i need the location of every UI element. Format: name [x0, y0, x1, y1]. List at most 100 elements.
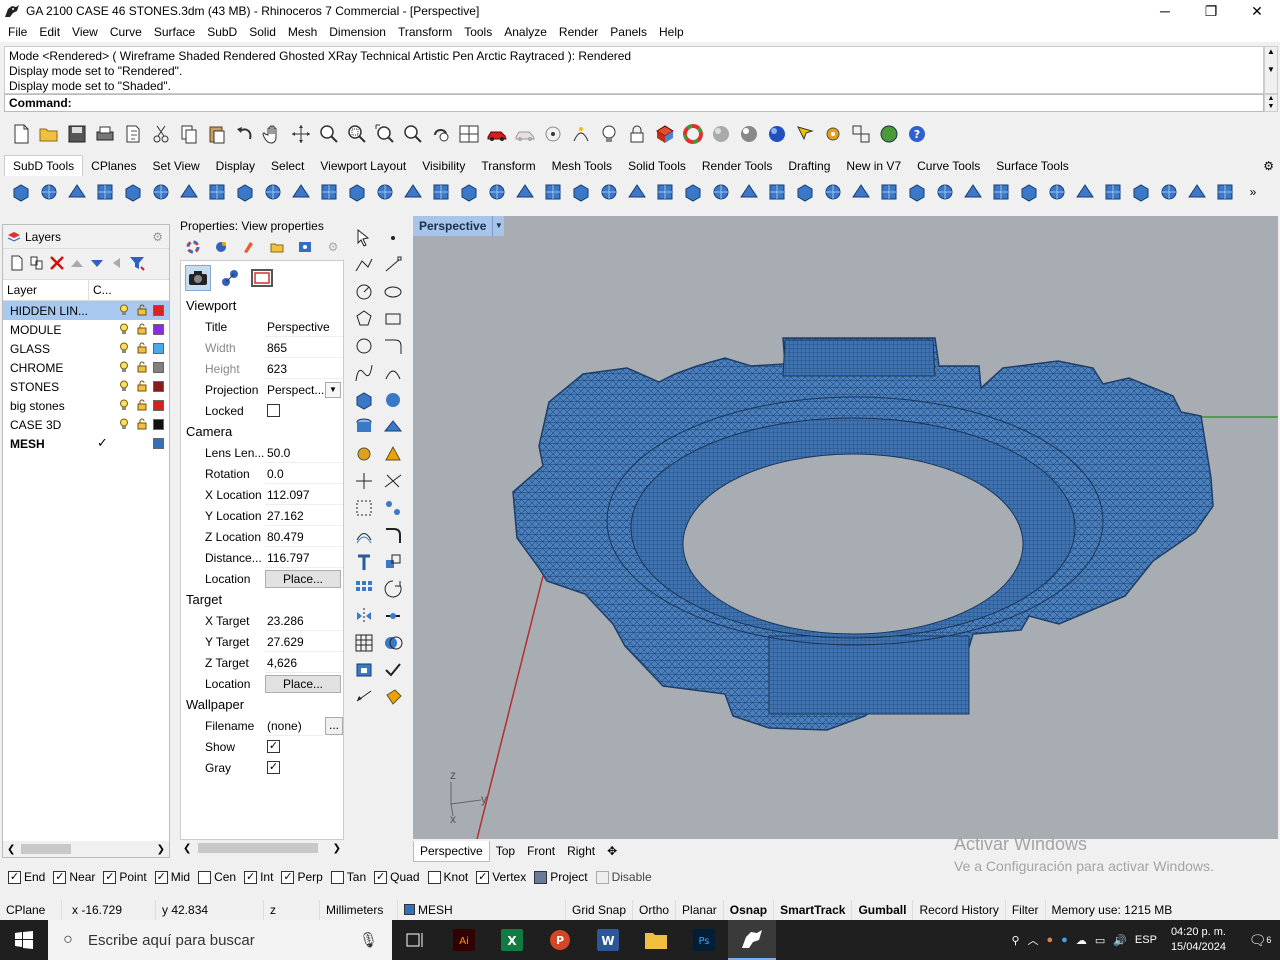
subd-sphere-icon[interactable]: [120, 179, 146, 205]
illustrator-icon[interactable]: Ai: [440, 920, 488, 960]
layer-row[interactable]: STONES: [3, 377, 169, 396]
z-location-field[interactable]: 80.479: [265, 527, 343, 547]
analyze-icon[interactable]: [792, 121, 818, 147]
subd-join-icon[interactable]: [904, 179, 930, 205]
menu-dimension[interactable]: Dimension: [323, 22, 392, 42]
layer-row[interactable]: CASE 3D: [3, 415, 169, 434]
control-point-curve-icon[interactable]: [350, 359, 378, 386]
layer-color-swatch[interactable]: [153, 305, 164, 316]
grid-array-icon[interactable]: [350, 629, 378, 656]
tab-mesh-tools[interactable]: Mesh Tools: [544, 156, 620, 176]
command-history-scrollbar[interactable]: ▲ ▼: [1264, 46, 1278, 94]
subd-edge-icon[interactable]: [624, 179, 650, 205]
color-wheel-tab-icon[interactable]: [182, 237, 204, 257]
tab-subd-tools[interactable]: SubD Tools: [4, 155, 84, 176]
osnap-perp[interactable]: ✓ Perp: [281, 870, 323, 884]
rotate-view-icon[interactable]: [288, 121, 314, 147]
volume-icon[interactable]: 🔊: [1113, 934, 1127, 947]
layer-visibility-bulb-icon[interactable]: [119, 418, 129, 430]
photoshop-icon[interactable]: Ps: [680, 920, 728, 960]
y-target-field[interactable]: 27.629: [265, 632, 343, 652]
lens-field[interactable]: 50.0: [265, 443, 343, 463]
menu-subd[interactable]: SubD: [201, 22, 243, 42]
dimension-icon[interactable]: [350, 683, 378, 710]
gear-icon[interactable]: [350, 440, 378, 467]
width-field[interactable]: 865: [265, 338, 343, 358]
subd-loft-icon[interactable]: [288, 179, 314, 205]
scale-icon[interactable]: [379, 548, 407, 575]
tab-viewport-layout[interactable]: Viewport Layout: [312, 156, 414, 176]
scroll-thumb[interactable]: [21, 844, 71, 854]
osnap-knot[interactable]: Knot: [427, 870, 468, 884]
menu-file[interactable]: File: [2, 22, 33, 42]
filename-field[interactable]: (none): [265, 716, 323, 736]
layer-row[interactable]: CHROME: [3, 358, 169, 377]
tray-app-icon[interactable]: ●: [1047, 934, 1054, 946]
subd-box-icon[interactable]: [8, 179, 34, 205]
subd-brush-icon[interactable]: [1184, 179, 1210, 205]
join-icon[interactable]: [379, 602, 407, 629]
copy-icon[interactable]: [176, 121, 202, 147]
taskbar-search-box[interactable]: ○ Escribe aquí para buscar 🎙: [48, 920, 392, 960]
layer-row[interactable]: HIDDEN LIN...: [3, 301, 169, 320]
show-hidden-icons-chevron-icon[interactable]: ︿: [1028, 932, 1039, 948]
subd-fill-icon[interactable]: [456, 179, 482, 205]
tab-cplanes[interactable]: CPlanes: [83, 156, 144, 176]
menu-edit[interactable]: Edit: [33, 22, 66, 42]
camera-icon[interactable]: [185, 265, 211, 291]
subd-extrude-icon[interactable]: [344, 179, 370, 205]
osnap-checkbox[interactable]: [330, 870, 344, 884]
subd-weld-icon[interactable]: [512, 179, 538, 205]
new-sublayer-icon[interactable]: [29, 255, 45, 274]
people-icon[interactable]: ⚲: [1011, 934, 1019, 947]
paint-tab-icon[interactable]: [238, 237, 260, 257]
tab-settings-gear-icon[interactable]: ⚙: [1263, 159, 1274, 173]
viewport-frame-icon[interactable]: [249, 265, 275, 291]
task-view-icon[interactable]: [392, 920, 440, 960]
projection-dropdown[interactable]: Perspect... ▼: [265, 381, 343, 398]
layer-color-swatch[interactable]: [153, 438, 164, 449]
close-button[interactable]: ✕: [1234, 0, 1280, 22]
subd-convert-icon[interactable]: [848, 179, 874, 205]
osnap-toggle[interactable]: Osnap: [724, 900, 775, 920]
circle-polygon-icon[interactable]: [350, 332, 378, 359]
osnap-checkbox[interactable]: ✓: [103, 870, 117, 884]
ellipse-icon[interactable]: [379, 278, 407, 305]
viewport-tab-top[interactable]: Top: [490, 841, 521, 861]
osnap-checkbox[interactable]: ✓: [476, 870, 490, 884]
tab-surface-tools[interactable]: Surface Tools: [988, 156, 1077, 176]
layer-visibility-bulb-icon[interactable]: [119, 304, 129, 316]
menu-help[interactable]: Help: [653, 22, 690, 42]
layer-lock-icon[interactable]: [137, 399, 148, 411]
layer-color-swatch[interactable]: [153, 324, 164, 335]
z-target-field[interactable]: 4,626: [265, 653, 343, 673]
locked-checkbox[interactable]: [267, 404, 280, 417]
ortho-toggle[interactable]: Ortho: [633, 900, 677, 920]
pyramid-icon[interactable]: [379, 440, 407, 467]
layer-lock-icon[interactable]: [137, 304, 148, 316]
subd-crease-icon[interactable]: [400, 179, 426, 205]
circle-icon[interactable]: [350, 278, 378, 305]
osnap-checkbox[interactable]: ✓: [53, 870, 67, 884]
layer-color-swatch[interactable]: [153, 400, 164, 411]
save-icon[interactable]: [64, 121, 90, 147]
osnap-quad[interactable]: ✓ Quad: [374, 870, 420, 884]
tab-set-view[interactable]: Set View: [145, 156, 208, 176]
show-checkbox[interactable]: ✓: [267, 740, 280, 753]
layer-visibility-bulb-icon[interactable]: [119, 323, 129, 335]
move-layer-left-icon[interactable]: [109, 255, 125, 274]
subd-patch-icon[interactable]: [232, 179, 258, 205]
tab-display[interactable]: Display: [208, 156, 263, 176]
osnap-checkbox[interactable]: [595, 870, 609, 884]
tab-new-in-v7[interactable]: New in V7: [838, 156, 909, 176]
subd-grid-icon[interactable]: [960, 179, 986, 205]
perspective-viewport[interactable]: z y x Perspective ▼: [413, 216, 1278, 839]
viewport-title-label[interactable]: Perspective: [413, 219, 492, 233]
network-icon[interactable]: ▭: [1095, 934, 1105, 947]
subd-box-mode-icon[interactable]: [568, 179, 594, 205]
array-icon[interactable]: [350, 575, 378, 602]
layer-row[interactable]: GLASS: [3, 339, 169, 358]
menu-surface[interactable]: Surface: [148, 22, 201, 42]
height-field[interactable]: 623: [265, 359, 343, 379]
select-point-icon[interactable]: [540, 121, 566, 147]
